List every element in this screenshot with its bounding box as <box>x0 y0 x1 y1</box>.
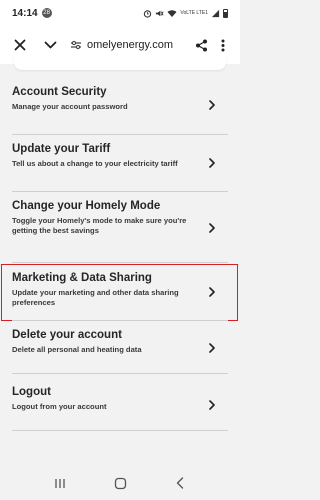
recents-icon <box>55 478 65 488</box>
menu-item-description: Delete all personal and heating data <box>12 345 142 354</box>
menu-item-account-security[interactable]: Account Security Manage your account pas… <box>12 85 228 112</box>
menu-item-update-tariff[interactable]: Update your Tariff Tell us about a chang… <box>12 142 228 169</box>
chevron-right-icon <box>209 400 215 410</box>
back-button[interactable] <box>170 475 190 491</box>
divider <box>12 191 228 192</box>
site-settings-button[interactable] <box>67 37 85 53</box>
network-label: VoLTE LTE1 <box>180 9 208 16</box>
share-button[interactable] <box>190 34 212 56</box>
status-bar: 14:14 28 VoLTE LTE1 <box>0 0 240 26</box>
more-options-button[interactable] <box>212 34 234 56</box>
site-settings-icon <box>71 40 81 50</box>
close-tab-button[interactable] <box>9 34 31 56</box>
selection-highlight <box>1 264 238 321</box>
menu-item-logout[interactable]: Logout Logout from your account <box>12 385 228 412</box>
chevron-right-icon <box>209 158 215 168</box>
menu-item-title: Change your Homely Mode <box>12 200 161 212</box>
menu-item-description: Tell us about a change to your electrici… <box>12 159 178 168</box>
minimize-tab-button[interactable] <box>39 34 61 56</box>
menu-item-title: Account Security <box>12 86 107 98</box>
more-vert-icon <box>221 39 225 51</box>
menu-item-change-homely-mode[interactable]: Change your Homely Mode Toggle your Home… <box>12 199 228 236</box>
home-icon <box>114 477 126 489</box>
chevron-down-icon <box>44 41 56 48</box>
status-icons: VoLTE LTE1 <box>143 8 228 18</box>
home-button[interactable] <box>110 475 130 491</box>
divider <box>12 134 228 135</box>
wifi-icon <box>167 9 177 17</box>
close-icon <box>14 39 26 51</box>
back-icon <box>176 477 184 489</box>
status-time: 14:14 <box>12 7 38 19</box>
previous-card-edge <box>0 58 240 76</box>
menu-item-title: Update your Tariff <box>12 143 111 155</box>
menu-item-description: Manage your account password <box>12 102 128 111</box>
divider <box>12 320 228 321</box>
chevron-right-icon <box>209 223 215 233</box>
menu-item-description: Toggle your Homely's mode to make sure y… <box>12 216 187 235</box>
menu-item-description: Logout from your account <box>12 402 107 411</box>
menu-item-title: Delete your account <box>12 329 122 341</box>
url-bar[interactable]: omelyenergy.com <box>87 39 190 51</box>
signal-icon <box>211 9 220 17</box>
divider <box>12 430 228 431</box>
alarm-icon <box>144 9 152 18</box>
screen: 14:14 28 VoLTE LTE1 omelyenergy.com Acco… <box>0 0 240 500</box>
divider <box>12 373 228 374</box>
menu-item-delete-account[interactable]: Delete your account Delete all personal … <box>12 328 228 355</box>
share-icon <box>195 39 207 51</box>
chevron-right-icon <box>209 343 215 353</box>
battery-icon <box>223 8 228 18</box>
system-nav-bar <box>0 466 240 500</box>
notification-badge: 28 <box>41 8 52 18</box>
chevron-right-icon <box>209 100 215 110</box>
mute-icon <box>156 10 164 16</box>
divider <box>12 262 228 263</box>
menu-item-title: Logout <box>12 386 51 398</box>
recents-button[interactable] <box>50 475 70 491</box>
